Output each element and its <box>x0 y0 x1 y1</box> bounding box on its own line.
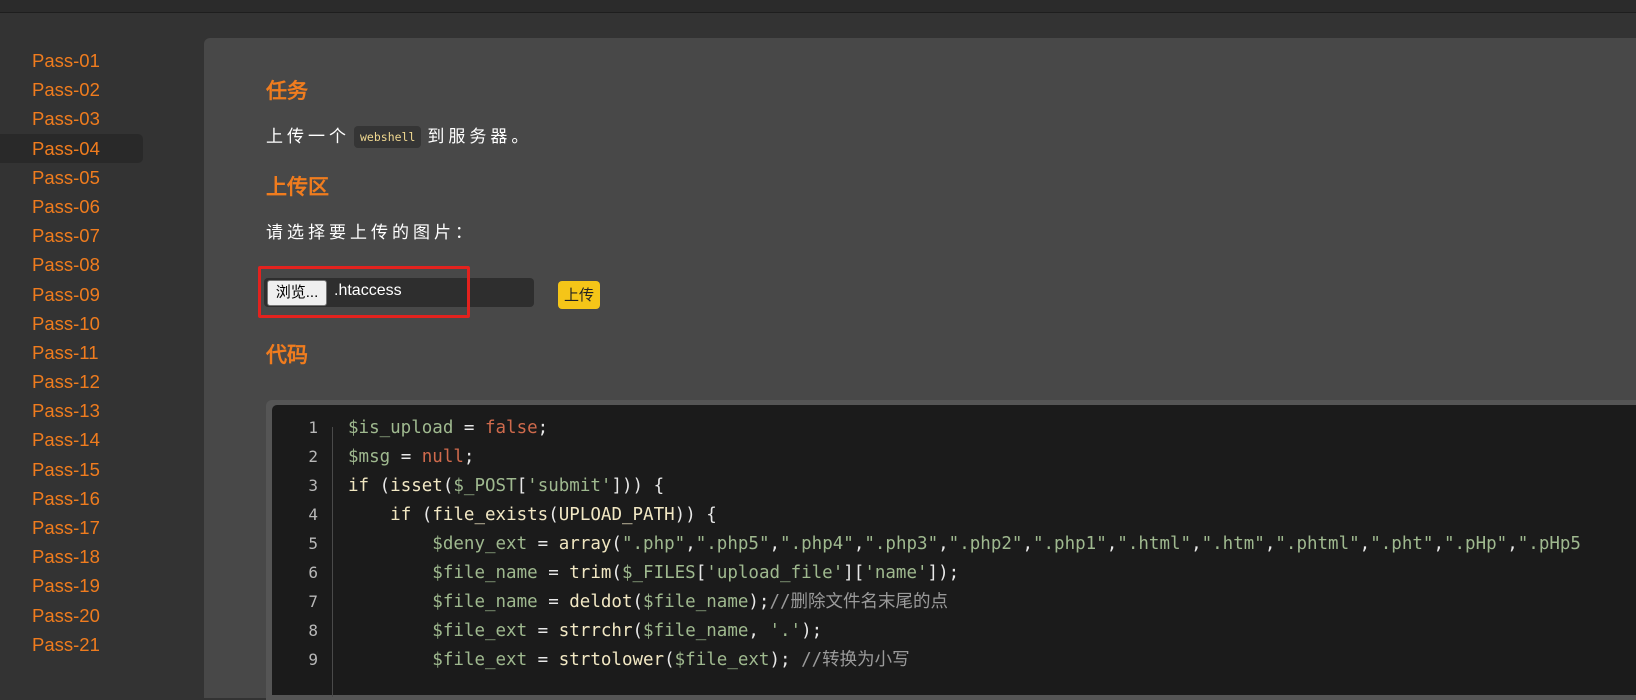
task-text-before: 上传一个 <box>266 127 350 147</box>
task-heading: 任务 <box>266 79 308 103</box>
task-description: 上传一个 webshell 到服务器。 <box>266 122 532 148</box>
sidebar-item-pass-13[interactable]: Pass-13 <box>0 396 143 425</box>
sidebar-item-pass-05[interactable]: Pass-05 <box>0 163 143 192</box>
sidebar-item-pass-02[interactable]: Pass-02 <box>0 75 143 104</box>
code-text: $file_name = trim($_FILES['upload_file']… <box>432 563 960 583</box>
sidebar-item-pass-15[interactable]: Pass-15 <box>0 455 143 484</box>
line-number: 8 <box>308 621 318 640</box>
upload-submit-button[interactable]: 上传 <box>558 281 600 309</box>
line-number: 2 <box>308 447 318 466</box>
sidebar-item-pass-09[interactable]: Pass-09 <box>0 280 143 309</box>
line-number: 9 <box>308 650 318 669</box>
sidebar-item-pass-11[interactable]: Pass-11 <box>0 338 143 367</box>
sidebar-item-pass-20[interactable]: Pass-20 <box>0 601 143 630</box>
sidebar-item-pass-18[interactable]: Pass-18 <box>0 542 143 571</box>
webshell-code: webshell <box>354 126 422 148</box>
code-text: if (file_exists(UPLOAD_PATH)) { <box>390 505 717 525</box>
code-line: 1 $is_upload = false; <box>272 413 1636 443</box>
pass-sidebar: Pass-01 Pass-02 Pass-03 Pass-04 Pass-05 Pass-… <box>0 46 143 659</box>
code-line: 9 $file_ext = strtolower($file_ext); //转… <box>272 645 1636 675</box>
code-line: 8 $file_ext = strrchr($file_name, '.'); <box>272 616 1636 646</box>
sidebar-item-pass-03[interactable]: Pass-03 <box>0 104 143 133</box>
code-line: 3 if (isset($_POST['submit'])) { <box>272 471 1636 501</box>
code-text: if (isset($_POST['submit'])) { <box>348 476 665 496</box>
code-line: 7 $file_name = deldot($file_name);//删除文件… <box>272 587 1636 617</box>
upload-prompt: 请选择要上传的图片： <box>266 223 476 243</box>
line-number: 1 <box>308 418 318 437</box>
sidebar-item-pass-06[interactable]: Pass-06 <box>0 192 143 221</box>
sidebar-item-pass-10[interactable]: Pass-10 <box>0 309 143 338</box>
code-text: $msg = null; <box>348 447 475 467</box>
sidebar-item-pass-07[interactable]: Pass-07 <box>0 221 143 250</box>
sidebar-item-pass-04[interactable]: Pass-04 <box>0 133 143 163</box>
line-number: 3 <box>308 476 318 495</box>
code-text: $file_ext = strtolower($file_ext); //转换为… <box>432 650 910 670</box>
red-highlight-box <box>258 266 470 318</box>
code-line: 4 if (file_exists(UPLOAD_PATH)) { <box>272 500 1636 530</box>
sidebar-item-pass-12[interactable]: Pass-12 <box>0 367 143 396</box>
upload-heading: 上传区 <box>266 175 329 199</box>
sidebar-item-pass-14[interactable]: Pass-14 <box>0 425 143 454</box>
code-heading: 代码 <box>266 343 308 367</box>
code-line: 6 $file_name = trim($_FILES['upload_file… <box>272 558 1636 588</box>
line-number: 5 <box>308 534 318 553</box>
window-top-bar <box>0 0 1636 13</box>
sidebar-item-pass-01[interactable]: Pass-01 <box>0 46 143 75</box>
line-number: 7 <box>308 592 318 611</box>
sidebar-item-pass-19[interactable]: Pass-19 <box>0 571 143 600</box>
sidebar-item-pass-16[interactable]: Pass-16 <box>0 484 143 513</box>
line-number: 4 <box>308 505 318 524</box>
code-text: $file_name = deldot($file_name);//删除文件名末… <box>432 592 949 612</box>
sidebar-item-pass-17[interactable]: Pass-17 <box>0 513 143 542</box>
line-number: 6 <box>308 563 318 582</box>
code-line: 5 $deny_ext = array(".php",".php5",".php… <box>272 529 1636 559</box>
task-text-after: 到服务器。 <box>427 127 533 147</box>
code-text: $file_ext = strrchr($file_name, '.'); <box>432 621 823 641</box>
code-text: $deny_ext = array(".php",".php5",".php4"… <box>432 534 1581 554</box>
code-line: 2 $msg = null; <box>272 442 1636 472</box>
code-text: $is_upload = false; <box>348 418 549 438</box>
sidebar-item-pass-21[interactable]: Pass-21 <box>0 630 143 659</box>
sidebar-item-pass-08[interactable]: Pass-08 <box>0 250 143 279</box>
